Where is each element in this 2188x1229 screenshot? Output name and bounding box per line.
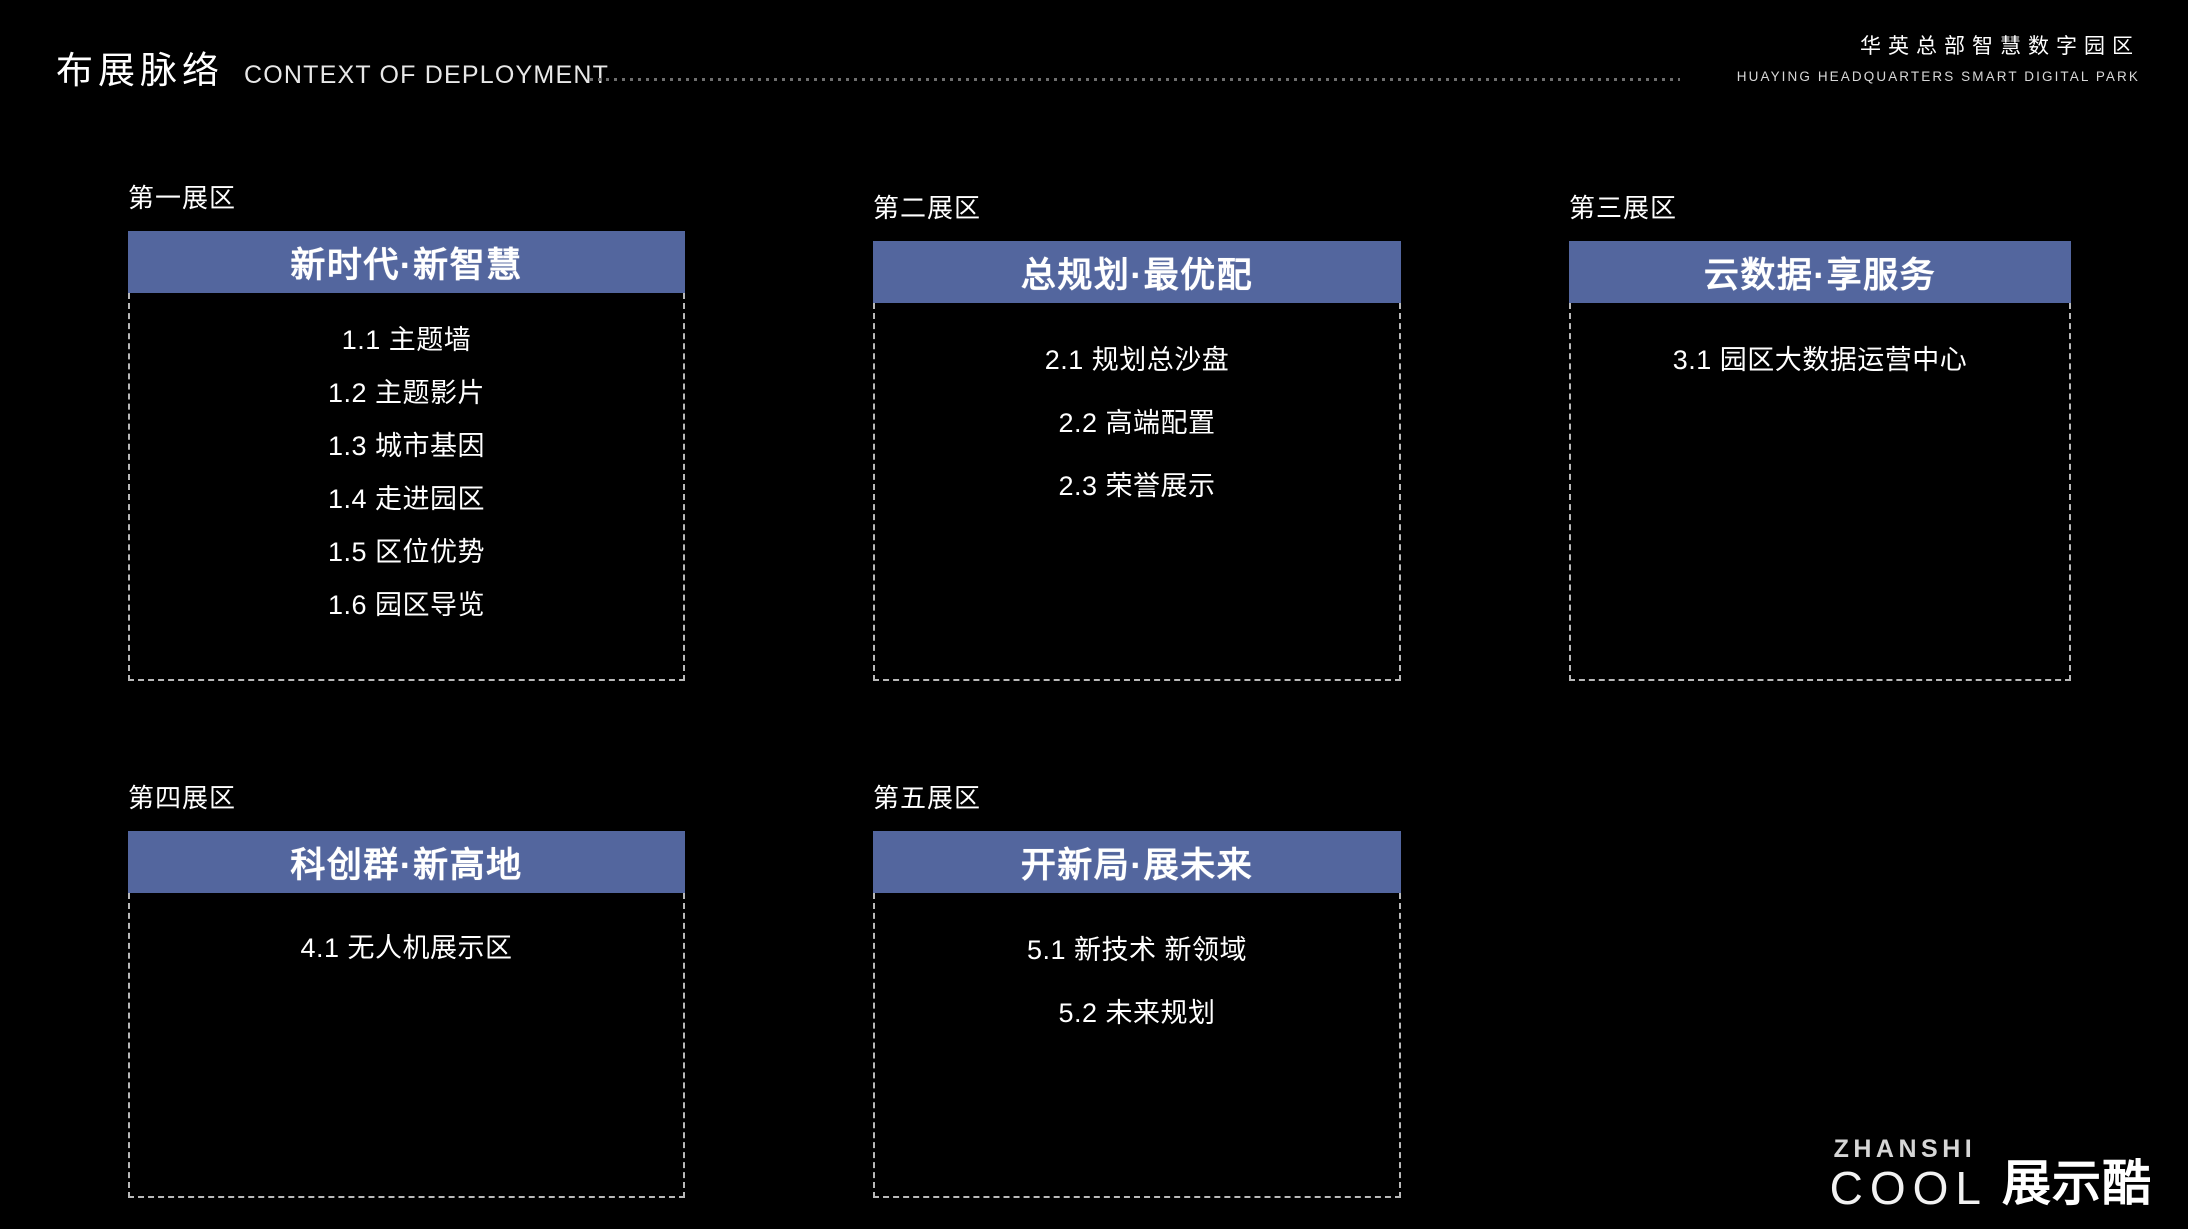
- logo-zhanshi-text: ZHANSHI: [1833, 1135, 1977, 1163]
- logo-cool-text: COOL: [1829, 1162, 1988, 1214]
- zone-item[interactable]: 2.3 荣誉展示: [1058, 473, 1215, 500]
- zone-label-4: 第四展区: [128, 783, 237, 813]
- zone-grid: 第一展区 新时代·新智慧 1.1 主题墙 1.2 主题影片 1.3 城市基因 1…: [0, 0, 2188, 1229]
- zone-item[interactable]: 1.5 区位优势: [328, 539, 485, 566]
- logo-english-block: ZHANSHI COOL: [1829, 1135, 1988, 1214]
- zone-label-5: 第五展区: [873, 783, 982, 813]
- zone-body-5: 5.1 新技术 新领域 5.2 未来规划: [873, 893, 1401, 1198]
- zone-item[interactable]: 5.1 新技术 新领域: [1027, 937, 1247, 964]
- zone-header-bar-1: 新时代·新智慧: [128, 231, 685, 293]
- zone-body-1: 1.1 主题墙 1.2 主题影片 1.3 城市基因 1.4 走进园区 1.5 区…: [128, 293, 685, 681]
- zone-title-2: 总规划·最优配: [1020, 255, 1254, 295]
- logo-chinese-text: 展示酷: [2001, 1157, 2152, 1211]
- zone-item[interactable]: 1.2 主题影片: [328, 380, 485, 407]
- zone-title-4: 科创群·新高地: [290, 845, 523, 885]
- zone-item[interactable]: 3.1 园区大数据运营中心: [1673, 347, 1968, 374]
- zone-header-bar-3: 云数据·享服务: [1569, 241, 2071, 303]
- zone-title-3: 云数据·享服务: [1703, 255, 1937, 295]
- zone-header-bar-2: 总规划·最优配: [873, 241, 1401, 303]
- zone-label-1: 第一展区: [128, 183, 237, 213]
- zone-item[interactable]: 5.2 未来规划: [1058, 1000, 1215, 1027]
- zone-item[interactable]: 1.4 走进园区: [328, 486, 485, 513]
- zone-item[interactable]: 2.2 高端配置: [1058, 410, 1215, 437]
- zone-title-5: 开新局·展未来: [1020, 845, 1254, 885]
- zone-body-3: 3.1 园区大数据运营中心: [1569, 303, 2071, 681]
- zone-item[interactable]: 2.1 规划总沙盘: [1045, 347, 1230, 374]
- zone-card-5[interactable]: 第五展区 开新局·展未来 5.1 新技术 新领域 5.2 未来规划: [873, 778, 1401, 1198]
- zone-card-3[interactable]: 第三展区 云数据·享服务 3.1 园区大数据运营中心: [1569, 188, 2071, 681]
- zone-item[interactable]: 1.1 主题墙: [342, 327, 472, 354]
- zone-header-bar-4: 科创群·新高地: [128, 831, 685, 893]
- footer-logo: ZHANSHI COOL 展示酷: [1829, 1135, 2152, 1214]
- zone-item[interactable]: 1.6 园区导览: [328, 592, 485, 619]
- zone-body-2: 2.1 规划总沙盘 2.2 高端配置 2.3 荣誉展示: [873, 303, 1401, 681]
- zone-card-4[interactable]: 第四展区 科创群·新高地 4.1 无人机展示区: [128, 778, 685, 1198]
- zone-card-2[interactable]: 第二展区 总规划·最优配 2.1 规划总沙盘 2.2 高端配置 2.3 荣誉展示: [873, 188, 1401, 681]
- zone-label-2: 第二展区: [873, 193, 982, 223]
- zone-title-1: 新时代·新智慧: [290, 245, 523, 285]
- zone-card-1[interactable]: 第一展区 新时代·新智慧 1.1 主题墙 1.2 主题影片 1.3 城市基因 1…: [128, 178, 685, 681]
- zone-body-4: 4.1 无人机展示区: [128, 893, 685, 1198]
- zone-item[interactable]: 4.1 无人机展示区: [300, 935, 512, 962]
- zone-header-bar-5: 开新局·展未来: [873, 831, 1401, 893]
- zone-label-3: 第三展区: [1569, 193, 1678, 223]
- zone-item[interactable]: 1.3 城市基因: [328, 433, 485, 460]
